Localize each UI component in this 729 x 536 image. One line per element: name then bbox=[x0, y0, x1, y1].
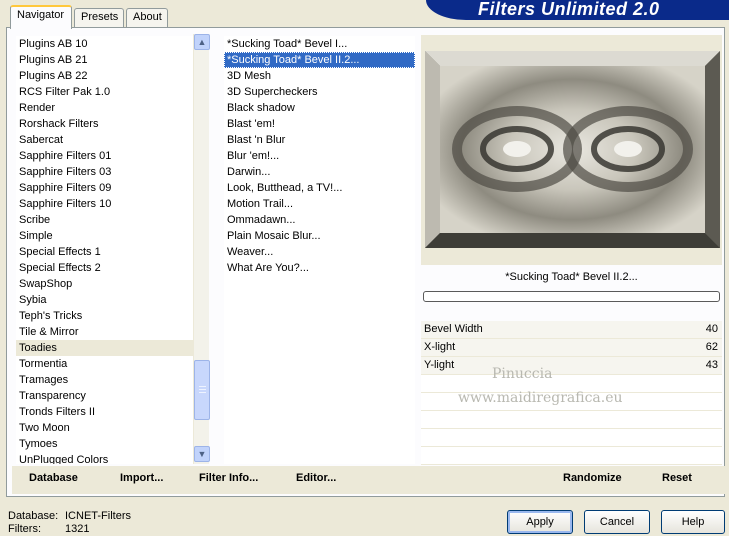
watermark-name: Pinuccia bbox=[492, 366, 553, 382]
app-title: Filters Unlimited 2.0 bbox=[478, 0, 660, 19]
help-button[interactable]: Help bbox=[661, 510, 725, 534]
list-item[interactable]: Tormentia bbox=[16, 356, 193, 372]
cancel-button[interactable]: Cancel bbox=[584, 510, 650, 534]
list-item[interactable]: *Sucking Toad* Bevel II.2... bbox=[224, 52, 415, 68]
list-item[interactable]: Blast 'n Blur bbox=[224, 132, 415, 148]
param-value: 62 bbox=[705, 341, 718, 353]
randomize-button[interactable]: Randomize bbox=[563, 472, 622, 484]
apply-button[interactable]: Apply bbox=[507, 510, 573, 534]
slider-x-light[interactable]: X-light 62 bbox=[421, 339, 722, 357]
editor-button[interactable]: Editor... bbox=[296, 472, 336, 484]
list-item[interactable]: Ommadawn... bbox=[224, 212, 415, 228]
chevron-up-icon[interactable]: ▲ bbox=[194, 34, 210, 50]
selected-filter-name: *Sucking Toad* Bevel II.2... bbox=[505, 271, 638, 283]
list-item[interactable]: What Are You?... bbox=[224, 260, 415, 276]
list-item[interactable]: Blast 'em! bbox=[224, 116, 415, 132]
reset-button[interactable]: Reset bbox=[662, 472, 692, 484]
tab-presets[interactable]: Presets bbox=[74, 8, 124, 28]
list-item[interactable]: Sapphire Filters 09 bbox=[16, 180, 193, 196]
list-item[interactable]: RCS Filter Pak 1.0 bbox=[16, 84, 193, 100]
slider-bevel-width[interactable]: Bevel Width 40 bbox=[421, 321, 722, 339]
list-item[interactable]: Plugins AB 22 bbox=[16, 68, 193, 84]
param-label: Bevel Width bbox=[424, 323, 483, 335]
list-item[interactable]: *Sucking Toad* Bevel I... bbox=[224, 36, 415, 52]
filter-info-button[interactable]: Filter Info... bbox=[199, 472, 258, 484]
filter-list[interactable]: *Sucking Toad* Bevel I... *Sucking Toad* … bbox=[224, 36, 415, 464]
list-item[interactable]: 3D Mesh bbox=[224, 68, 415, 84]
param-value: 40 bbox=[705, 323, 718, 335]
list-item[interactable]: Simple bbox=[16, 228, 193, 244]
tab-about[interactable]: About bbox=[126, 8, 168, 28]
category-scrollbar[interactable]: ▲ ▼ bbox=[193, 34, 210, 464]
list-item[interactable]: Tronds Filters II bbox=[16, 404, 193, 420]
list-item[interactable]: Look, Butthead, a TV!... bbox=[224, 180, 415, 196]
tab-navigator[interactable]: Navigator bbox=[10, 5, 72, 29]
list-item[interactable]: Sybia bbox=[16, 292, 193, 308]
list-item[interactable]: Scribe bbox=[16, 212, 193, 228]
list-item[interactable]: Weaver... bbox=[224, 244, 415, 260]
list-item[interactable]: Special Effects 1 bbox=[16, 244, 193, 260]
list-item[interactable]: Blur 'em!... bbox=[224, 148, 415, 164]
list-item[interactable]: Sabercat bbox=[16, 132, 193, 148]
list-item[interactable]: Tymoes bbox=[16, 436, 193, 452]
scrollbar-thumb[interactable] bbox=[194, 360, 210, 420]
progress-bar bbox=[423, 291, 720, 302]
filters-key: Filters: bbox=[8, 523, 41, 535]
preview-image bbox=[425, 51, 720, 248]
list-item[interactable]: Sapphire Filters 01 bbox=[16, 148, 193, 164]
list-item[interactable]: Two Moon bbox=[16, 420, 193, 436]
database-key: Database: bbox=[8, 510, 59, 522]
list-item[interactable]: Plugins AB 10 bbox=[16, 36, 193, 52]
category-list[interactable]: Plugins AB 10 Plugins AB 21 Plugins AB 22 R… bbox=[16, 36, 193, 464]
list-item[interactable]: Toadies bbox=[16, 340, 193, 356]
database-value: ICNET-Filters bbox=[65, 510, 131, 522]
chevron-down-icon[interactable]: ▼ bbox=[194, 446, 210, 462]
list-item[interactable]: UnPlugged Colors bbox=[16, 452, 193, 464]
list-item[interactable]: Sapphire Filters 03 bbox=[16, 164, 193, 180]
list-item[interactable]: Render bbox=[16, 100, 193, 116]
list-item[interactable]: Transparency bbox=[16, 388, 193, 404]
watermark-url: www.maidiregrafica.eu bbox=[458, 390, 623, 406]
list-item[interactable]: Darwin... bbox=[224, 164, 415, 180]
slider-empty bbox=[421, 447, 722, 465]
list-item[interactable]: Plain Mosaic Blur... bbox=[224, 228, 415, 244]
database-button[interactable]: Database bbox=[29, 472, 78, 484]
import-button[interactable]: Import... bbox=[120, 472, 163, 484]
list-item[interactable]: 3D Supercheckers bbox=[224, 84, 415, 100]
slider-y-light[interactable]: Y-light 43 bbox=[421, 357, 722, 375]
list-item[interactable]: Rorshack Filters bbox=[16, 116, 193, 132]
slider-empty bbox=[421, 429, 722, 447]
list-item[interactable]: Tramages bbox=[16, 372, 193, 388]
list-item[interactable]: Tile & Mirror bbox=[16, 324, 193, 340]
filters-value: 1321 bbox=[65, 523, 90, 535]
list-item[interactable]: Black shadow bbox=[224, 100, 415, 116]
list-item[interactable]: Sapphire Filters 10 bbox=[16, 196, 193, 212]
param-label: X-light bbox=[424, 341, 456, 353]
list-item[interactable]: Motion Trail... bbox=[224, 196, 415, 212]
slider-empty bbox=[421, 411, 722, 429]
param-label: Y-light bbox=[424, 359, 455, 371]
list-item[interactable]: SwapShop bbox=[16, 276, 193, 292]
list-item[interactable]: Plugins AB 21 bbox=[16, 52, 193, 68]
list-item[interactable]: Special Effects 2 bbox=[16, 260, 193, 276]
param-value: 43 bbox=[705, 359, 718, 371]
list-item[interactable]: Teph's Tricks bbox=[16, 308, 193, 324]
